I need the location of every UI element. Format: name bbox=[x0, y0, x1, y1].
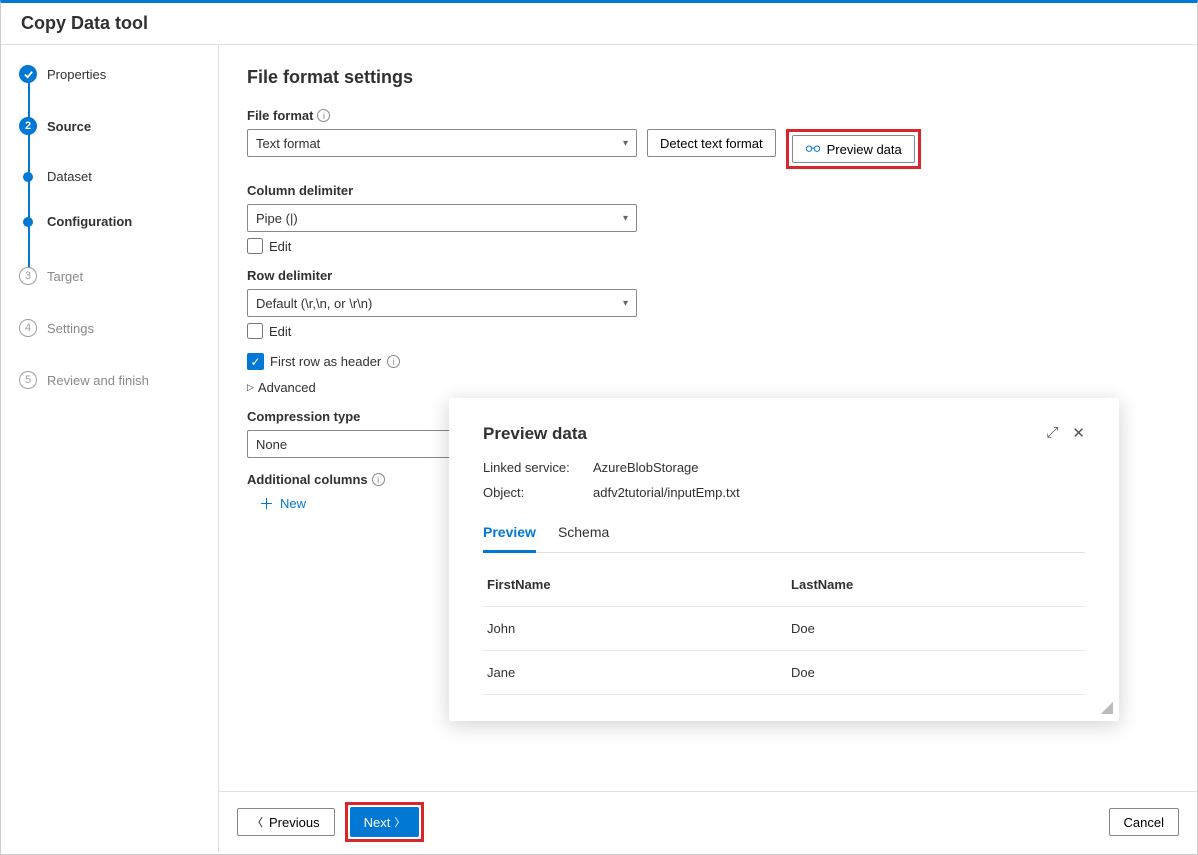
select-value: Text format bbox=[256, 136, 320, 151]
section-heading: File format settings bbox=[247, 67, 1169, 88]
file-format-label: File format i bbox=[247, 108, 1169, 123]
chevron-left-icon: 〈 bbox=[252, 814, 263, 830]
substep-configuration[interactable]: Configuration bbox=[19, 214, 218, 229]
checkbox-label: First row as header bbox=[270, 354, 381, 369]
step-settings[interactable]: 4 Settings bbox=[19, 319, 218, 337]
step-label: Review and finish bbox=[47, 373, 149, 388]
table-row: Jane Doe bbox=[483, 651, 1085, 695]
checkbox-label: Edit bbox=[269, 239, 291, 254]
edit-row-delimiter-checkbox[interactable] bbox=[247, 323, 263, 339]
preview-icon bbox=[805, 142, 821, 157]
chevron-down-icon: ▾ bbox=[623, 138, 628, 149]
dot-icon bbox=[23, 172, 33, 182]
resize-grip-icon[interactable]: ◢ bbox=[1101, 697, 1113, 717]
wizard-steps-sidebar: Properties 2 Source Dataset Configuratio… bbox=[1, 45, 219, 852]
row-delimiter-label: Row delimiter bbox=[247, 268, 1169, 283]
substep-dataset[interactable]: Dataset bbox=[19, 169, 218, 184]
highlight-preview-data: Preview data bbox=[786, 129, 921, 169]
wizard-footer: 〈 Previous Next 〉 Cancel bbox=[219, 791, 1197, 852]
close-icon[interactable]: ✕ bbox=[1072, 424, 1085, 442]
next-button[interactable]: Next 〉 bbox=[350, 807, 420, 837]
step-label: Source bbox=[47, 119, 91, 134]
linked-service-label: Linked service: bbox=[483, 460, 593, 475]
step-label: Configuration bbox=[47, 214, 132, 229]
check-icon bbox=[19, 65, 37, 83]
select-value: Default (\r,\n, or \r\n) bbox=[256, 296, 372, 311]
detect-text-format-button[interactable]: Detect text format bbox=[647, 129, 776, 157]
step-properties[interactable]: Properties bbox=[19, 65, 218, 83]
chevron-down-icon: ▾ bbox=[623, 298, 628, 309]
linked-service-value: AzureBlobStorage bbox=[593, 460, 699, 475]
tab-schema[interactable]: Schema bbox=[558, 516, 609, 552]
step-number-icon: 5 bbox=[19, 371, 37, 389]
preview-data-button[interactable]: Preview data bbox=[792, 135, 915, 163]
select-value: Pipe (|) bbox=[256, 211, 298, 226]
column-delimiter-select[interactable]: Pipe (|) ▾ bbox=[247, 204, 637, 232]
first-row-header-checkbox[interactable]: ✓ bbox=[247, 353, 264, 370]
tab-preview[interactable]: Preview bbox=[483, 516, 536, 553]
info-icon[interactable]: i bbox=[372, 473, 385, 486]
checkbox-label: Edit bbox=[269, 324, 291, 339]
panel-title: Preview data bbox=[483, 424, 1085, 444]
object-label: Object: bbox=[483, 485, 593, 500]
table-cell: Jane bbox=[483, 651, 787, 695]
step-label: Target bbox=[47, 269, 83, 284]
step-number-icon: 3 bbox=[19, 267, 37, 285]
cancel-button[interactable]: Cancel bbox=[1109, 808, 1179, 836]
table-cell: Doe bbox=[787, 651, 1085, 695]
triangle-right-icon: ▷ bbox=[247, 382, 254, 393]
column-delimiter-label: Column delimiter bbox=[247, 183, 1169, 198]
chevron-right-icon: 〉 bbox=[394, 814, 405, 830]
select-value: None bbox=[256, 437, 287, 452]
previous-button[interactable]: 〈 Previous bbox=[237, 808, 335, 836]
step-source[interactable]: 2 Source bbox=[19, 117, 218, 135]
step-label: Properties bbox=[47, 67, 106, 82]
table-cell: Doe bbox=[787, 607, 1085, 651]
expand-icon[interactable]: ⤢ bbox=[1046, 424, 1058, 442]
table-row: John Doe bbox=[483, 607, 1085, 651]
plus-icon: ＋ bbox=[259, 493, 274, 514]
column-header: LastName bbox=[787, 563, 1085, 607]
step-number-icon: 2 bbox=[19, 117, 37, 135]
dot-icon bbox=[23, 217, 33, 227]
preview-data-panel: ⤢ ✕ Preview data Linked service: AzureBl… bbox=[449, 398, 1119, 721]
page-title: Copy Data tool bbox=[1, 3, 1197, 45]
step-review[interactable]: 5 Review and finish bbox=[19, 371, 218, 389]
edit-column-delimiter-checkbox[interactable] bbox=[247, 238, 263, 254]
highlight-next: Next 〉 bbox=[345, 802, 425, 842]
advanced-toggle[interactable]: ▷ Advanced bbox=[247, 380, 1169, 395]
chevron-down-icon: ▾ bbox=[623, 213, 628, 224]
step-label: Settings bbox=[47, 321, 94, 336]
object-value: adfv2tutorial/inputEmp.txt bbox=[593, 485, 740, 500]
row-delimiter-select[interactable]: Default (\r,\n, or \r\n) ▾ bbox=[247, 289, 637, 317]
table-cell: John bbox=[483, 607, 787, 651]
column-header: FirstName bbox=[483, 563, 787, 607]
step-target[interactable]: 3 Target bbox=[19, 267, 218, 285]
info-icon[interactable]: i bbox=[317, 109, 330, 122]
preview-table: FirstName LastName John Doe Jane Doe bbox=[483, 563, 1085, 695]
step-number-icon: 4 bbox=[19, 319, 37, 337]
info-icon[interactable]: i bbox=[387, 355, 400, 368]
file-format-select[interactable]: Text format ▾ bbox=[247, 129, 637, 157]
step-label: Dataset bbox=[47, 169, 92, 184]
